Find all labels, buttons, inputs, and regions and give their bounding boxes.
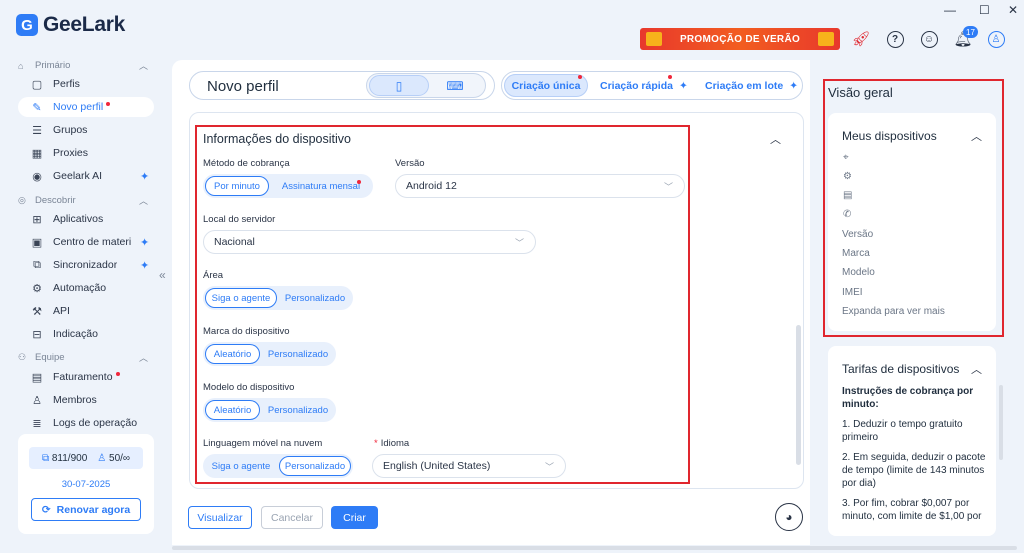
close-button[interactable]: ✕ — [1008, 3, 1018, 17]
new-profile-icon: ✎ — [32, 101, 42, 114]
notification-badge: 17 — [963, 26, 978, 38]
gift-icon: ⊟ — [32, 328, 42, 341]
horizontal-scrollbar[interactable] — [172, 546, 1017, 550]
sidebar-item-indicacao[interactable]: ⊟ Indicação — [18, 324, 154, 344]
ai-sparkle-icon: ✦ — [140, 170, 150, 183]
members-icon: ♙ — [32, 394, 42, 407]
groups-icon: ☰ — [32, 124, 42, 137]
billing-icon: ▤ — [31, 371, 43, 384]
sidebar: G GeeLark ⌂ Primário ︿ ▢ Perfis ✎ Novo p… — [0, 0, 171, 553]
new-indicator-dot — [668, 75, 672, 79]
chevron-up-icon: ︿ — [138, 353, 148, 363]
rates-scrollbar[interactable] — [999, 385, 1003, 460]
api-icon: ⚒ — [32, 305, 42, 318]
sidebar-item-api[interactable]: ⚒ API — [18, 301, 154, 321]
ai-sparkle-icon: ✦ — [789, 79, 799, 92]
user-icon: ♙ — [97, 452, 107, 464]
sidebar-item-centro-de-materiais[interactable]: ▣ Centro de materi ✦ — [18, 232, 154, 252]
section-equipe[interactable]: ⚇ Equipe ︿ — [18, 351, 148, 364]
app-name: GeeLark — [43, 13, 125, 36]
sidebar-item-automacao[interactable]: ⚙ Automação — [18, 278, 154, 298]
minimize-button[interactable]: — — [944, 3, 956, 17]
rates-content: Instruções de cobrança por minuto: 1. De… — [828, 385, 996, 536]
ai-sparkle-icon: ✦ — [140, 236, 150, 249]
rates-line-2: 2. Em seguida, deduzir o pacote de tempo… — [842, 452, 986, 489]
device-rates-title: Tarifas de dispositivos — [842, 362, 960, 376]
chevron-up-icon: ︿ — [138, 61, 148, 71]
rates-line-3: 3. Por fim, cobrar $0,007 por minuto, co… — [842, 498, 982, 522]
logs-icon: ≣ — [32, 417, 42, 430]
ai-assistant-eye-icon[interactable]: ◕ — [775, 503, 803, 531]
sidebar-item-grupos[interactable]: ☰ Grupos — [18, 120, 154, 140]
sidebar-item-aplicativos[interactable]: ⊞ Aplicativos — [18, 209, 154, 229]
rates-heading: Instruções de cobrança por minuto: — [842, 386, 974, 410]
members-count: 50/∞ — [109, 452, 131, 464]
chevron-up-icon[interactable]: ︿ — [770, 131, 781, 147]
sync-icon: ⧉ — [33, 258, 41, 271]
new-indicator-dot — [115, 372, 120, 376]
phone-icon: ▯ — [395, 78, 403, 93]
account-card: ⧉ 811/900 ♙ 50/∞ 30-07-2025 ⟳ Renovar ag… — [18, 434, 154, 534]
geelark-logo-icon: G — [16, 14, 38, 36]
account-stats: ⧉ 811/900 ♙ 50/∞ — [29, 447, 143, 469]
team-icon: ⚇ — [18, 352, 27, 362]
tab-criacao-unica[interactable]: Criação única — [504, 74, 588, 97]
cancel-button[interactable]: Cancelar — [261, 506, 323, 529]
laptop-icon: ⌨ — [446, 78, 464, 93]
automation-icon: ⚙ — [32, 282, 42, 295]
highlight-box-device-info — [195, 125, 690, 484]
apps-icon: ⊞ — [32, 213, 42, 226]
new-indicator-dot — [578, 75, 582, 79]
section-primario[interactable]: ⌂ Primário ︿ — [18, 59, 148, 72]
collapse-sidebar-icon[interactable]: « — [159, 268, 166, 282]
create-button[interactable]: Criar — [331, 506, 378, 529]
sidebar-item-membros[interactable]: ♙ Membros — [18, 390, 154, 410]
sidebar-item-novo-perfil[interactable]: ✎ Novo perfil — [18, 97, 154, 117]
help-icon[interactable]: ? — [885, 29, 905, 49]
sidebar-item-sincronizador[interactable]: ⧉ Sincronizador ✦ — [18, 255, 154, 275]
avatar-icon[interactable]: ♙ — [986, 29, 1006, 49]
renew-button[interactable]: ⟳ Renovar agora — [31, 498, 141, 521]
sidebar-item-geelark-ai[interactable]: ◉ Geelark AI ✦ — [18, 166, 154, 186]
sidebar-item-logs[interactable]: ≣ Logs de operação — [18, 413, 154, 433]
form-scrollbar[interactable] — [796, 325, 801, 465]
tab-criacao-em-lote[interactable]: Criação em lote ✦ — [705, 74, 801, 97]
laptop-device-button[interactable]: ⌨ — [425, 75, 485, 96]
gift-icon — [646, 32, 662, 46]
preview-button[interactable]: Visualizar — [188, 506, 252, 529]
summer-promo-banner[interactable]: PROMOÇÃO DE VERÃO — [640, 28, 840, 50]
material-icon: ▣ — [31, 236, 43, 249]
rocket-icon[interactable]: 🚀︎ — [851, 29, 871, 49]
expiry-date: 30-07-2025 — [61, 479, 111, 490]
gift-icon — [818, 32, 834, 46]
ai-sparkle-icon: ✦ — [140, 259, 150, 272]
devices-icon: ⧉ — [41, 452, 50, 464]
rates-line-1: 1. Deduzir o tempo gratuito primeiro — [842, 419, 963, 443]
app-logo: G GeeLark — [16, 13, 125, 37]
sidebar-item-proxies[interactable]: ▦ Proxies — [18, 143, 154, 163]
discover-icon: ◎ — [18, 195, 26, 205]
device-type-switch: ▯ ⌨ — [366, 73, 486, 98]
support-icon[interactable]: ☺ — [919, 29, 939, 49]
new-indicator-dot — [106, 102, 111, 106]
maximize-button[interactable]: ☐ — [979, 3, 990, 17]
profiles-icon: ▢ — [31, 78, 43, 91]
sidebar-item-perfis[interactable]: ▢ Perfis — [18, 74, 154, 94]
page-title: Novo perfil — [207, 78, 279, 95]
ai-eye-icon: ◉ — [32, 170, 42, 183]
phone-device-button[interactable]: ▯ — [369, 75, 429, 96]
home-icon: ⌂ — [18, 60, 24, 71]
creation-mode-pill: Criação única Criação rápida ✦ Criação e… — [501, 71, 803, 100]
chevron-up-icon: ︿ — [138, 196, 148, 206]
section-descobrir[interactable]: ◎ Descobrir ︿ — [18, 194, 148, 207]
highlight-box-overview — [823, 79, 1004, 337]
chevron-up-icon[interactable]: ︿ — [971, 361, 982, 377]
ai-sparkle-icon: ✦ — [678, 79, 688, 92]
devices-count: 811/900 — [51, 452, 88, 464]
tab-criacao-rapida[interactable]: Criação rápida ✦ — [600, 74, 690, 97]
proxies-icon: ▦ — [31, 147, 43, 160]
sidebar-item-faturamento[interactable]: ▤ Faturamento — [18, 367, 154, 387]
refresh-icon: ⟳ — [41, 503, 51, 516]
